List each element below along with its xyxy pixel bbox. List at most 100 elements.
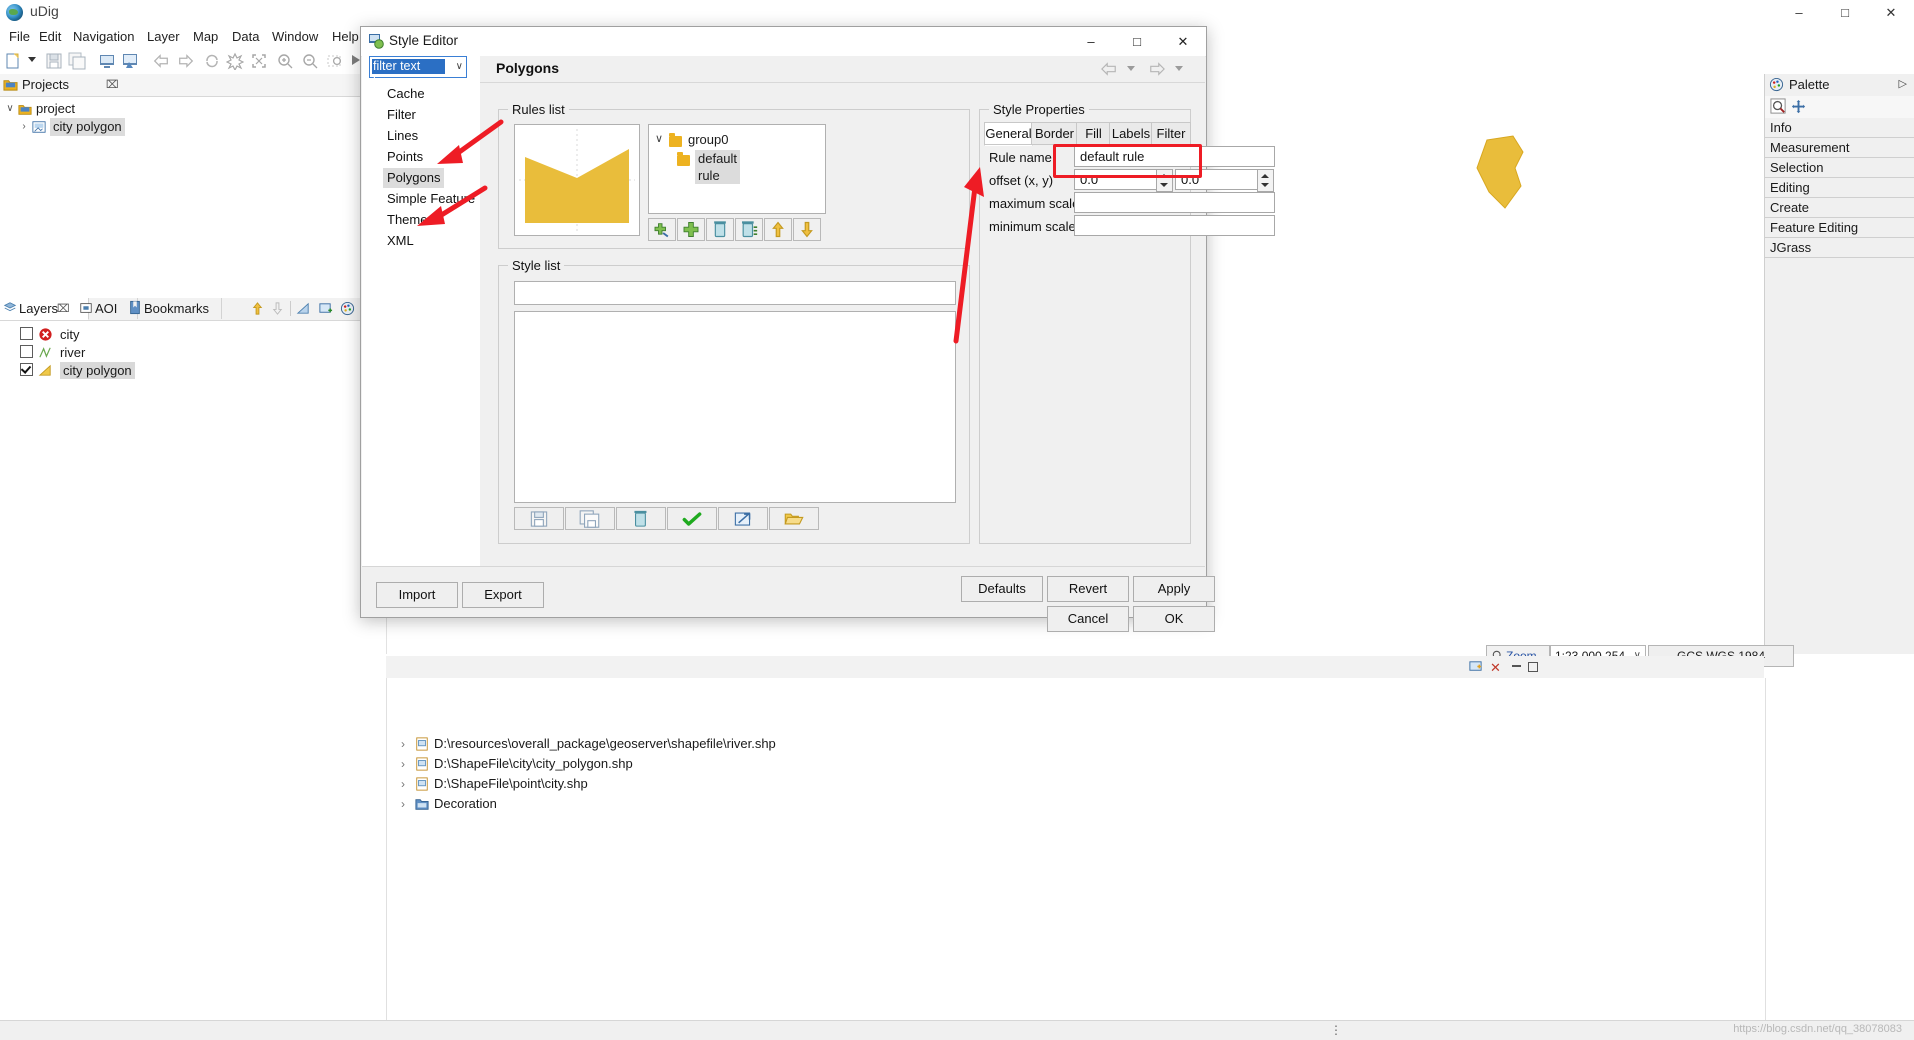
list-item[interactable]: › D:\resources\overall_package\geoserver…: [401, 734, 1401, 754]
list-item[interactable]: › Decoration: [401, 794, 1401, 814]
dropdown-arrow-icon[interactable]: [28, 57, 36, 62]
minimum-scale-input[interactable]: [1074, 215, 1275, 236]
add-rule-from-style-button[interactable]: [648, 218, 676, 241]
chevron-down-icon[interactable]: ∨: [655, 131, 663, 148]
move-rule-down-button[interactable]: [793, 218, 821, 241]
save-all-icon[interactable]: [68, 52, 86, 70]
list-item[interactable]: river: [20, 344, 360, 361]
menu-window[interactable]: Window: [265, 28, 325, 46]
palette-item-selection[interactable]: Selection: [1765, 158, 1914, 178]
cancel-button[interactable]: Cancel: [1047, 606, 1129, 632]
map-display-icon[interactable]: [98, 52, 116, 70]
chevron-right-icon[interactable]: ▷: [1899, 77, 1907, 90]
chevron-down-icon[interactable]: ∨: [4, 100, 16, 118]
refresh-icon[interactable]: [1468, 659, 1483, 674]
tab-fill[interactable]: Fill: [1076, 122, 1111, 145]
nav-item-simple-feature[interactable]: Simple Feature: [383, 189, 479, 209]
map-layer-icon[interactable]: [121, 52, 139, 70]
import-button[interactable]: Import: [376, 582, 458, 608]
tree-row[interactable]: default rule: [677, 150, 741, 184]
export-button[interactable]: Export: [462, 582, 544, 608]
nav-item-polygons[interactable]: Polygons: [383, 168, 445, 188]
style-name-input[interactable]: [514, 281, 956, 305]
ok-button[interactable]: OK: [1133, 606, 1215, 632]
chevron-right-icon[interactable]: ›: [18, 118, 30, 136]
app-close-button[interactable]: ✕: [1868, 0, 1914, 26]
chevron-right-icon[interactable]: ›: [401, 754, 405, 774]
palette-item-measurement[interactable]: Measurement: [1765, 138, 1914, 158]
menu-map[interactable]: Map: [186, 28, 225, 46]
list-item[interactable]: city: [20, 326, 360, 343]
style-icon[interactable]: [296, 301, 311, 316]
zoom-selection-icon[interactable]: [326, 52, 344, 70]
chevron-right-icon[interactable]: ›: [401, 734, 405, 754]
nav-item-lines[interactable]: Lines: [383, 126, 422, 146]
menu-data[interactable]: Data: [225, 28, 266, 46]
palette-icon[interactable]: [340, 301, 355, 316]
forward-arrow-icon[interactable]: [1149, 62, 1165, 76]
play-icon[interactable]: [352, 55, 360, 65]
offset-y-stepper[interactable]: [1257, 169, 1274, 192]
chevron-right-icon[interactable]: ›: [401, 794, 405, 814]
layer-checkbox[interactable]: [20, 363, 33, 376]
refresh-icon[interactable]: [203, 52, 221, 70]
tab-filter[interactable]: Filter: [1151, 122, 1191, 145]
menu-layer[interactable]: Layer: [140, 28, 187, 46]
import-style-button[interactable]: [769, 507, 819, 530]
close-icon[interactable]: ✕: [1490, 660, 1501, 676]
menu-navigation[interactable]: Navigation: [66, 28, 141, 46]
dialog-close-button[interactable]: ✕: [1160, 27, 1206, 56]
tab-labels[interactable]: Labels: [1109, 122, 1153, 145]
dialog-minimize-button[interactable]: –: [1068, 27, 1114, 56]
list-item[interactable]: city polygon: [20, 362, 360, 379]
app-minimize-button[interactable]: –: [1776, 0, 1822, 26]
layer-checkbox[interactable]: [20, 345, 33, 358]
save-as-style-button[interactable]: [565, 507, 615, 530]
move-down-icon[interactable]: [270, 301, 285, 316]
back-arrow-icon[interactable]: [1101, 62, 1117, 76]
dialog-maximize-button[interactable]: □: [1114, 27, 1160, 56]
palette-item-feature-editing[interactable]: Feature Editing: [1765, 218, 1914, 238]
maximize-icon[interactable]: [1528, 662, 1538, 672]
defaults-button[interactable]: Defaults: [961, 576, 1043, 602]
apply-button[interactable]: Apply: [1133, 576, 1215, 602]
projects-tab[interactable]: Projects ⌧: [0, 74, 386, 97]
list-item[interactable]: › D:\ShapeFile\city\city_polygon.shp: [401, 754, 1401, 774]
nav-item-cache[interactable]: Cache: [383, 84, 429, 104]
tree-row[interactable]: ∨ project: [4, 100, 334, 118]
export-style-button[interactable]: [718, 507, 768, 530]
layer-checkbox[interactable]: [20, 327, 33, 340]
filter-input[interactable]: filter text here: [372, 59, 445, 88]
zoom-out-icon[interactable]: [301, 52, 319, 70]
add-layer-icon[interactable]: [318, 301, 333, 316]
delete-style-button[interactable]: [616, 507, 666, 530]
tab-bookmarks[interactable]: Bookmarks: [125, 298, 222, 319]
chevron-down-icon[interactable]: ∨: [456, 61, 463, 72]
zoom-in-icon[interactable]: [276, 52, 294, 70]
zoom-extent-icon[interactable]: [250, 52, 268, 70]
tree-row[interactable]: ∨ group0: [655, 131, 815, 148]
minimize-icon[interactable]: [1512, 665, 1521, 667]
palette-item-editing[interactable]: Editing: [1765, 178, 1914, 198]
offset-y-input[interactable]: 0.0: [1175, 169, 1259, 190]
palette-item-create[interactable]: Create: [1765, 198, 1914, 218]
tab-general[interactable]: General: [984, 122, 1033, 146]
nav-item-theme[interactable]: Theme: [383, 210, 431, 230]
stop-icon[interactable]: [226, 52, 244, 70]
nav-item-xml[interactable]: XML: [383, 231, 418, 251]
rules-tree[interactable]: ∨ group0 default rule: [648, 124, 826, 214]
nav-item-points[interactable]: Points: [383, 147, 427, 167]
add-rule-button[interactable]: [677, 218, 705, 241]
menu-edit[interactable]: Edit: [32, 28, 68, 46]
apply-style-button[interactable]: [667, 507, 717, 530]
palette-item-jgrass[interactable]: JGrass: [1765, 238, 1914, 258]
footer-menu-icon[interactable]: ⋮: [1330, 1023, 1343, 1037]
new-document-icon[interactable]: [5, 52, 23, 70]
maximum-scale-input[interactable]: [1074, 192, 1275, 213]
forward-dropdown-icon[interactable]: [1175, 66, 1183, 71]
tab-border[interactable]: Border: [1031, 122, 1078, 145]
rule-name-input[interactable]: default rule: [1074, 146, 1275, 167]
chevron-right-icon[interactable]: ›: [401, 774, 405, 794]
delete-all-rules-button[interactable]: [735, 218, 763, 241]
close-icon[interactable]: ⌧: [57, 299, 70, 320]
